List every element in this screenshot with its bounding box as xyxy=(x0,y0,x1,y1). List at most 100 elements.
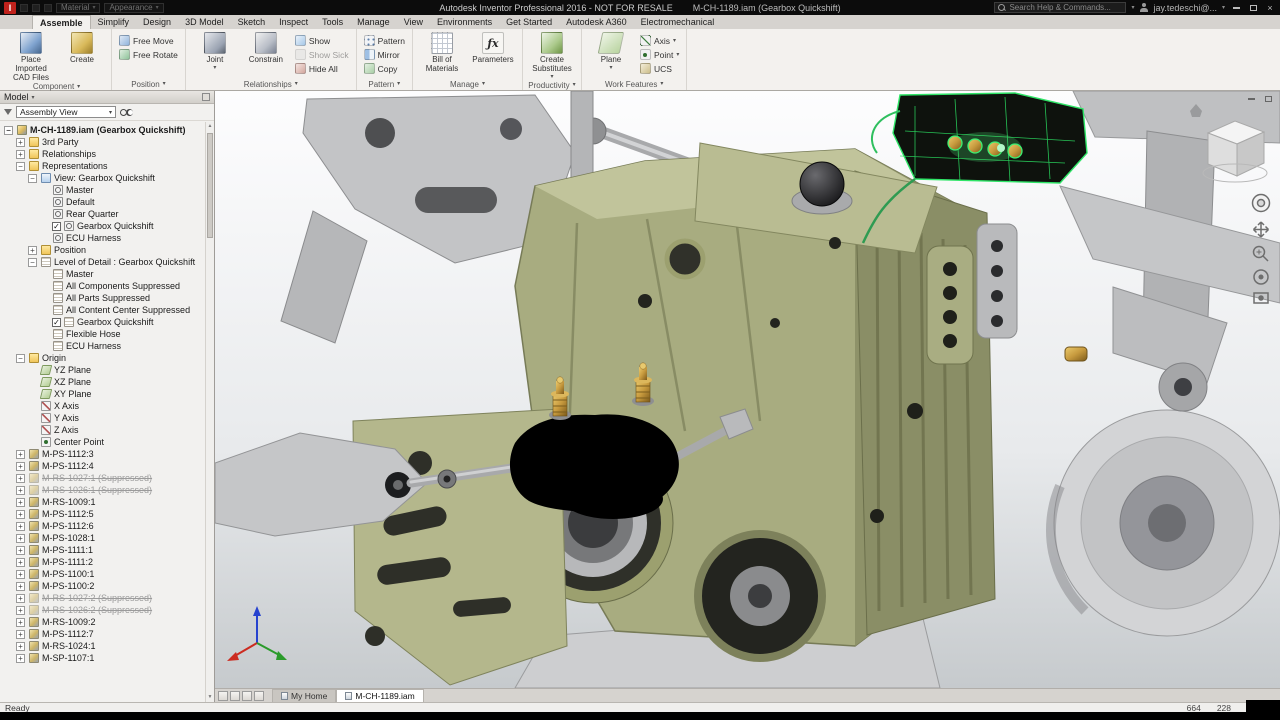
tree-expander-icon[interactable]: + xyxy=(16,546,25,555)
ribbon-panel-label-productivity[interactable]: Productivity▾ xyxy=(523,80,581,90)
tree-item-level-of-detail-gearbox-quickshift[interactable]: −Level of Detail : Gearbox Quickshift xyxy=(0,256,205,268)
tree-item-all-components-suppressed[interactable]: All Components Suppressed xyxy=(0,280,205,292)
viewport[interactable] xyxy=(215,91,1280,688)
tree-item-m-ps-1112-7[interactable]: +M-PS-1112:7 xyxy=(0,628,205,640)
inventor-app-icon[interactable]: I xyxy=(4,2,16,14)
checkbox-checked[interactable]: ✓ xyxy=(52,222,61,231)
search-input[interactable] xyxy=(1009,3,1122,12)
ribbon-tab-electromechanical[interactable]: Electromechanical xyxy=(634,15,722,29)
ribbon-panel-label-position[interactable]: Position▾ xyxy=(112,78,185,90)
scrollbar-thumb[interactable] xyxy=(207,133,213,238)
tree-item-z-axis[interactable]: Z Axis xyxy=(0,424,205,436)
button-parameters[interactable]: Parameters xyxy=(469,31,517,64)
signed-in-user[interactable]: jay.tedeschi@... xyxy=(1153,3,1217,13)
document-tab-m-ch-1189-iam[interactable]: M-CH-1189.iam xyxy=(336,689,423,702)
button-point[interactable]: Point▾ xyxy=(638,48,681,61)
user-menu-caret-icon[interactable]: ▾ xyxy=(1222,4,1225,11)
tree-expander-icon[interactable]: + xyxy=(16,498,25,507)
tree-expander-icon[interactable]: + xyxy=(16,474,25,483)
tree-item-view-gearbox-quickshift[interactable]: −View: Gearbox Quickshift xyxy=(0,172,205,184)
button-free-rotate[interactable]: Free Rotate xyxy=(117,48,180,61)
tree-item-m-ch-1189-iam-gearbox-quickshift[interactable]: −M-CH-1189.iam (Gearbox Quickshift) xyxy=(0,124,205,136)
tree-item-m-rs-1027-1-suppressed[interactable]: +M-RS-1027:1 (Suppressed) xyxy=(0,472,205,484)
tree-expander-icon[interactable]: + xyxy=(16,510,25,519)
button-hide-all[interactable]: Hide All xyxy=(293,62,351,75)
document-tab-my-home[interactable]: My Home xyxy=(272,689,336,702)
ribbon-tab-3d-model[interactable]: 3D Model xyxy=(178,15,231,29)
material-dropdown[interactable]: Material ▾ xyxy=(56,3,100,13)
tree-expander-icon[interactable]: + xyxy=(16,630,25,639)
tree-expander-icon[interactable]: − xyxy=(28,258,37,267)
tree-expander-icon[interactable]: − xyxy=(16,354,25,363)
window-layout-icon-3[interactable] xyxy=(242,691,252,701)
button-show-sick[interactable]: Show Sick xyxy=(293,48,351,61)
tree-item-m-ps-1100-2[interactable]: +M-PS-1100:2 xyxy=(0,580,205,592)
tree-item-m-ps-1112-4[interactable]: +M-PS-1112:4 xyxy=(0,460,205,472)
ribbon-tab-simplify[interactable]: Simplify xyxy=(91,15,137,29)
button-pattern[interactable]: Pattern xyxy=(362,34,407,47)
tree-item-m-rs-1024-1[interactable]: +M-RS-1024:1 xyxy=(0,640,205,652)
button-free-move[interactable]: Free Move xyxy=(117,34,180,47)
tree-item-representations[interactable]: −Representations xyxy=(0,160,205,172)
window-restore-button[interactable] xyxy=(1247,2,1259,13)
tree-expander-icon[interactable]: + xyxy=(16,450,25,459)
tree-item-m-ps-1100-1[interactable]: +M-PS-1100:1 xyxy=(0,568,205,580)
window-layout-icon-4[interactable] xyxy=(254,691,264,701)
ribbon-tab-tools[interactable]: Tools xyxy=(315,15,350,29)
tree-item-xy-plane[interactable]: XY Plane xyxy=(0,388,205,400)
button-bill-of-materials[interactable]: Bill of Materials xyxy=(418,31,466,73)
tree-item-ecu-harness[interactable]: ECU Harness xyxy=(0,340,205,352)
tree-item-m-ps-1112-6[interactable]: +M-PS-1112:6 xyxy=(0,520,205,532)
button-axis[interactable]: Axis▾ xyxy=(638,34,681,47)
ribbon-tab-sketch[interactable]: Sketch xyxy=(231,15,273,29)
ribbon-tab-assemble[interactable]: Assemble xyxy=(32,15,91,29)
tree-item-m-rs-1026-2-suppressed[interactable]: +M-RS-1026:2 (Suppressed) xyxy=(0,604,205,616)
tree-item-yz-plane[interactable]: YZ Plane xyxy=(0,364,205,376)
tree-item-master[interactable]: Master xyxy=(0,184,205,196)
ribbon-tab-inspect[interactable]: Inspect xyxy=(272,15,315,29)
button-ucs[interactable]: UCS xyxy=(638,62,681,75)
document-minimize-icon[interactable] xyxy=(1246,94,1257,104)
tree-item-m-ps-1111-2[interactable]: +M-PS-1111:2 xyxy=(0,556,205,568)
button-create-substitutes[interactable]: Create Substitutes▾ xyxy=(528,31,576,80)
tree-item-m-ps-1112-5[interactable]: +M-PS-1112:5 xyxy=(0,508,205,520)
checkbox-checked[interactable]: ✓ xyxy=(52,318,61,327)
tree-item-all-parts-suppressed[interactable]: All Parts Suppressed xyxy=(0,292,205,304)
ribbon-tab-get-started[interactable]: Get Started xyxy=(499,15,559,29)
tree-item-m-ps-1028-1[interactable]: +M-PS-1028:1 xyxy=(0,532,205,544)
ribbon-tab-autodesk-a360[interactable]: Autodesk A360 xyxy=(559,15,634,29)
tree-expander-icon[interactable]: + xyxy=(16,558,25,567)
tree-expander-icon[interactable]: + xyxy=(16,582,25,591)
full-navigation-wheel-icon[interactable] xyxy=(1253,195,1270,212)
tree-item-3rd-party[interactable]: +3rd Party xyxy=(0,136,205,148)
tree-item-x-axis[interactable]: X Axis xyxy=(0,400,205,412)
scroll-down-arrow-icon[interactable]: ▼ xyxy=(206,693,214,702)
button-create[interactable]: Create xyxy=(58,31,106,64)
tree-expander-icon[interactable]: + xyxy=(28,246,37,255)
tree-expander-icon[interactable]: − xyxy=(4,126,13,135)
tree-expander-icon[interactable]: + xyxy=(16,570,25,579)
window-minimize-button[interactable] xyxy=(1230,2,1242,13)
panel-options-icon[interactable] xyxy=(202,93,210,101)
tree-expander-icon[interactable]: + xyxy=(16,618,25,627)
tree-expander-icon[interactable]: + xyxy=(16,522,25,531)
button-joint[interactable]: Joint▾ xyxy=(191,31,239,71)
tree-expander-icon[interactable]: + xyxy=(16,138,25,147)
ribbon-panel-label-component[interactable]: Component▾ xyxy=(2,82,111,91)
ribbon-tab-design[interactable]: Design xyxy=(136,15,178,29)
ribbon-tab-manage[interactable]: Manage xyxy=(350,15,397,29)
filter-icon[interactable] xyxy=(4,109,12,115)
tree-item-flexible-hose[interactable]: Flexible Hose xyxy=(0,328,205,340)
appearance-dropdown[interactable]: Appearance ▾ xyxy=(104,3,163,13)
tree-item-xz-plane[interactable]: XZ Plane xyxy=(0,376,205,388)
tree-item-m-rs-1026-1-suppressed[interactable]: +M-RS-1026:1 (Suppressed) xyxy=(0,484,205,496)
tree-item-m-rs-1009-1[interactable]: +M-RS-1009:1 xyxy=(0,496,205,508)
button-plane[interactable]: Plane▾ xyxy=(587,31,635,71)
browser-view-selector[interactable]: Assembly View ▾ xyxy=(16,106,116,118)
ribbon-panel-label-work-features[interactable]: Work Features▾ xyxy=(582,78,686,90)
scroll-up-arrow-icon[interactable]: ▲ xyxy=(206,122,214,131)
tree-item-m-sp-1107-1[interactable]: +M-SP-1107:1 xyxy=(0,652,205,664)
tree-item-default[interactable]: Default xyxy=(0,196,205,208)
window-layout-icon-1[interactable] xyxy=(218,691,228,701)
tree-item-position[interactable]: +Position xyxy=(0,244,205,256)
